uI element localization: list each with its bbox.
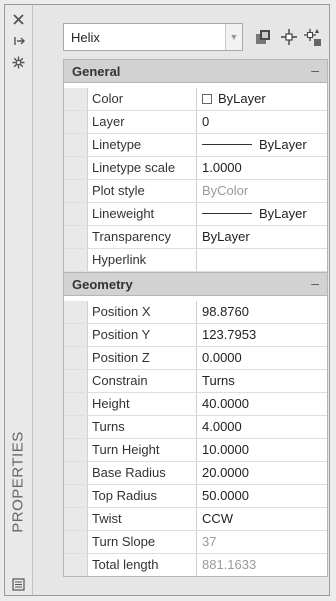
property-value[interactable]: 0.0000 <box>197 347 327 369</box>
property-name: Hyperlink <box>88 249 197 271</box>
property-name: Position Y <box>88 324 197 346</box>
property-row-constrain[interactable]: Constrain Turns <box>64 370 327 393</box>
property-value[interactable]: CCW <box>197 508 327 530</box>
property-name: Base Radius <box>88 462 197 484</box>
property-name: Turn Height <box>88 439 197 461</box>
property-row-linetype-scale[interactable]: Linetype scale 1.0000 <box>64 157 327 180</box>
autohide-icon[interactable] <box>9 32 28 50</box>
property-value: 37 <box>202 534 217 549</box>
property-row-base-radius[interactable]: Base Radius 20.0000 <box>64 462 327 485</box>
property-value[interactable]: Turns <box>197 370 327 392</box>
property-name: Total length <box>88 554 197 576</box>
property-name: Position X <box>88 301 197 323</box>
select-objects-icon[interactable] <box>277 25 301 49</box>
chevron-down-icon[interactable]: ▼ <box>225 24 242 50</box>
property-name: Position Z <box>88 347 197 369</box>
property-row-twist[interactable]: Twist CCW <box>64 508 327 531</box>
property-value[interactable]: ByLayer <box>197 134 327 156</box>
property-value: 881.1633 <box>202 557 257 572</box>
property-value[interactable]: ByLayer <box>197 88 327 110</box>
property-row-turn-slope[interactable]: Turn Slope 37 <box>64 531 327 554</box>
property-row-position-x[interactable]: Position X 98.8760 <box>64 301 327 324</box>
properties-grid: General – Color ByLayer Layer 0 Linetype… <box>63 59 328 577</box>
collapse-icon[interactable]: – <box>311 275 319 291</box>
property-row-color[interactable]: Color ByLayer <box>64 88 327 111</box>
property-value[interactable]: ByLayer <box>197 203 327 225</box>
section-general-header[interactable]: General – <box>64 60 327 83</box>
property-name: Linetype <box>88 134 197 156</box>
palette-toolbar: Helix ▼ <box>35 23 329 53</box>
property-value[interactable]: 123.7953 <box>197 324 327 346</box>
property-row-turn-height[interactable]: Turn Height 10.0000 <box>64 439 327 462</box>
property-row-top-radius[interactable]: Top Radius 50.0000 <box>64 485 327 508</box>
property-row-linetype[interactable]: Linetype ByLayer <box>64 134 327 157</box>
property-value[interactable]: 10.0000 <box>197 439 327 461</box>
property-row-plot-style[interactable]: Plot style ByColor <box>64 180 327 203</box>
lineweight-sample-icon <box>202 213 252 214</box>
property-name: Turn Slope <box>88 531 197 553</box>
property-name: Transparency <box>88 226 197 248</box>
property-row-layer[interactable]: Layer 0 <box>64 111 327 134</box>
property-value[interactable]: 98.8760 <box>197 301 327 323</box>
properties-icon[interactable] <box>9 575 28 593</box>
property-name: Lineweight <box>88 203 197 225</box>
section-general-title: General <box>72 64 121 79</box>
property-name: Layer <box>88 111 197 133</box>
settings-icon[interactable] <box>9 53 28 71</box>
section-geometry-header[interactable]: Geometry – <box>64 272 327 296</box>
property-name: Color <box>88 88 197 110</box>
property-value[interactable] <box>197 249 327 271</box>
color-swatch-icon <box>202 94 212 104</box>
property-value[interactable]: 20.0000 <box>197 462 327 484</box>
property-value: ByColor <box>202 183 249 198</box>
property-row-height[interactable]: Height 40.0000 <box>64 393 327 416</box>
property-row-transparency[interactable]: Transparency ByLayer <box>64 226 327 249</box>
object-type-dropdown[interactable]: Helix ▼ <box>63 23 243 51</box>
properties-palette: PROPERTIES Helix ▼ General – Color ByLay… <box>4 4 330 596</box>
property-row-turns[interactable]: Turns 4.0000 <box>64 416 327 439</box>
property-row-position-y[interactable]: Position Y 123.7953 <box>64 324 327 347</box>
property-name: Height <box>88 393 197 415</box>
property-name: Plot style <box>88 180 197 202</box>
quick-select-icon[interactable] <box>301 25 325 49</box>
property-name: Twist <box>88 508 197 530</box>
property-row-hyperlink[interactable]: Hyperlink <box>64 249 327 272</box>
property-name: Top Radius <box>88 485 197 507</box>
palette-title: PROPERTIES <box>9 431 27 533</box>
object-type-value: Helix <box>71 30 100 45</box>
linetype-sample-icon <box>202 144 252 145</box>
collapse-icon[interactable]: – <box>311 62 319 78</box>
property-name: Linetype scale <box>88 157 197 179</box>
property-row-position-z[interactable]: Position Z 0.0000 <box>64 347 327 370</box>
property-name: Turns <box>88 416 197 438</box>
toggle-pickadd-icon[interactable] <box>251 25 275 49</box>
property-value[interactable]: 40.0000 <box>197 393 327 415</box>
property-value[interactable]: 1.0000 <box>197 157 327 179</box>
palette-title-bar: PROPERTIES <box>5 5 33 595</box>
close-icon[interactable] <box>9 10 28 28</box>
property-value[interactable]: ByLayer <box>197 226 327 248</box>
section-geometry-title: Geometry <box>72 277 133 292</box>
property-row-total-length[interactable]: Total length 881.1633 <box>64 554 327 576</box>
property-row-lineweight[interactable]: Lineweight ByLayer <box>64 203 327 226</box>
property-name: Constrain <box>88 370 197 392</box>
property-value[interactable]: 0 <box>197 111 327 133</box>
property-value[interactable]: 4.0000 <box>197 416 327 438</box>
property-value[interactable]: 50.0000 <box>197 485 327 507</box>
